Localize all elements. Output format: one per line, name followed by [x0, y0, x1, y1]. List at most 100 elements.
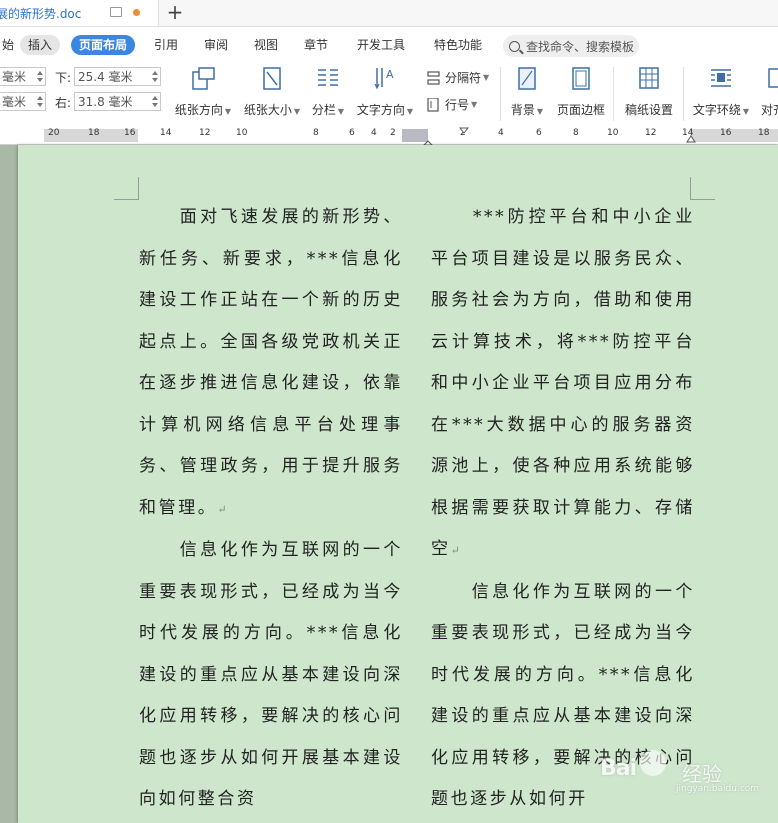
orientation-label: 纸张方向 — [174, 103, 223, 117]
draft-settings-button[interactable]: 稿纸设置 — [623, 65, 675, 118]
paragraph-text[interactable]: ***防控平台和中小企业平台项目建设是以服务民众、服务社会为方向，借助和使用云计… — [431, 207, 695, 559]
menu-references[interactable]: 引用 — [146, 35, 186, 55]
background-label: 背景 — [510, 103, 535, 117]
background-button[interactable]: 背景 ▼ — [507, 65, 547, 118]
paragraph[interactable]: 信息化作为互联网的一个重要表现形式，已经成为当今时代发展的方向。***信息化建设… — [139, 530, 403, 821]
line-number-button[interactable]: 行号 ▼ — [426, 96, 477, 113]
margin-top-field[interactable]: 毫米 — [0, 67, 46, 86]
paper-size-label: 纸张大小 — [243, 103, 292, 117]
chevron-down-icon: ▼ — [337, 107, 345, 116]
page-border-icon — [572, 67, 590, 90]
paragraph-mark: ↵ — [450, 544, 463, 557]
paper-size-button[interactable]: 纸张大小 ▼ — [241, 65, 303, 118]
paragraph[interactable]: 面对飞速发展的新形势、新任务、新要求，***信息化建设工作正站在一个新的历史起点… — [139, 197, 403, 530]
ribbon-divider — [613, 67, 614, 121]
ruler-number: 16 — [720, 128, 732, 138]
margin-bottom-field[interactable]: 25.4 毫米 — [74, 67, 161, 86]
text-wrap-label: 文字环绕 — [692, 103, 741, 117]
ruler-number: 4 — [371, 128, 377, 138]
crop-mark — [114, 177, 139, 200]
align-label: 对齐 — [760, 103, 778, 117]
ruler-number: 2 — [390, 128, 396, 138]
chevron-down-icon: ▼ — [224, 107, 232, 116]
paragraph-mark: ↵ — [217, 502, 230, 516]
menu-section[interactable]: 章节 — [296, 35, 336, 55]
spin-arrows-icon[interactable] — [151, 68, 160, 85]
document-tab[interactable]: 展的新形势.doc — [0, 0, 159, 26]
separator-label: 分隔符 — [445, 71, 482, 85]
ribbon-toolbar: 毫米 毫米 下: 25.4 毫米 右: 31.8 毫米 纸张方向 ▼ 纸张大小 ▼ — [0, 61, 778, 128]
margin-top-value: 毫米 — [2, 70, 27, 84]
align-button[interactable]: 对齐 — [758, 65, 778, 118]
menu-start[interactable]: 始 — [0, 35, 22, 55]
text-wrap-button[interactable]: 文字环绕 ▼ — [690, 65, 752, 118]
paragraph-text[interactable]: 信息化作为互联网的一个重要表现形式，已经成为当今时代发展的方向。***信息化建设… — [139, 540, 403, 809]
baidu-jingyan-watermark: Bai 经验 jingyan.baidu.com — [600, 750, 759, 794]
ruler-number: 12 — [199, 128, 211, 138]
orientation-icon — [192, 67, 215, 90]
text-direction-icon: A — [374, 68, 394, 90]
margin-left-field[interactable]: 毫米 — [0, 92, 46, 111]
ribbon-divider — [500, 67, 501, 121]
line-number-label: 行号 — [445, 98, 470, 112]
text-column-left[interactable]: 面对飞速发展的新形势、新任务、新要求，***信息化建设工作正站在一个新的历史起点… — [139, 197, 403, 821]
text-direction-label: 文字方向 — [356, 103, 405, 117]
spin-arrows-icon[interactable] — [36, 93, 45, 110]
search-icon — [509, 40, 520, 52]
draft-settings-label: 稿纸设置 — [624, 103, 673, 117]
ruler-number: 8 — [313, 128, 319, 138]
page[interactable]: 面对飞速发展的新形势、新任务、新要求，***信息化建设工作正站在一个新的历史起点… — [18, 145, 778, 823]
page-border-label: 页面边框 — [556, 103, 605, 117]
columns-label: 分栏 — [311, 103, 336, 117]
margin-right-value: 31.8 毫米 — [78, 95, 133, 109]
margin-bottom-value: 25.4 毫米 — [78, 70, 133, 84]
unsaved-dot-icon — [133, 9, 140, 16]
ruler-number: 8 — [573, 128, 579, 138]
page-border-button[interactable]: 页面边框 — [555, 65, 607, 118]
margin-right-label: 右: — [55, 96, 72, 110]
menu-insert[interactable]: 插入 — [20, 35, 61, 55]
paw-logo-icon — [640, 750, 666, 776]
ruler-number: 10 — [236, 128, 248, 138]
svg-text:A: A — [386, 68, 394, 81]
ribbon-divider — [683, 67, 684, 121]
menu-review[interactable]: 审阅 — [196, 35, 236, 55]
columns-icon — [318, 69, 338, 86]
text-direction-button[interactable]: A 文字方向 ▼ — [354, 65, 416, 118]
document-area[interactable]: 面对飞速发展的新形势、新任务、新要求，***信息化建设工作正站在一个新的历史起点… — [0, 145, 778, 823]
monitor-icon[interactable] — [110, 7, 122, 17]
background-icon — [518, 67, 536, 90]
document-tab-title[interactable]: 展的新形势.doc — [0, 5, 81, 22]
search-placeholder: 查找命令、搜索模板 — [526, 39, 635, 54]
menu-page-layout[interactable]: 页面布局 — [71, 35, 136, 55]
menu-view[interactable]: 视图 — [246, 35, 286, 55]
title-bar: 展的新形势.doc + — [0, 0, 778, 27]
paragraph[interactable]: ***防控平台和中小企业平台项目建设是以服务民众、服务社会为方向，借助和使用云计… — [431, 197, 695, 572]
ruler-number: 14 — [160, 128, 172, 138]
chevron-down-icon: ▼ — [536, 107, 544, 116]
ruler-number: 6 — [536, 128, 542, 138]
chevron-down-icon: ▼ — [483, 73, 490, 82]
spin-arrows-icon[interactable] — [36, 68, 45, 85]
margin-right-field[interactable]: 31.8 毫米 — [74, 92, 161, 111]
ruler-number: 4 — [498, 128, 504, 138]
paragraph-text[interactable]: 面对飞速发展的新形势、新任务、新要求，***信息化建设工作正站在一个新的历史起点… — [139, 207, 403, 518]
spin-arrows-icon[interactable] — [151, 93, 160, 110]
command-search-input[interactable]: 查找命令、搜索模板 — [503, 35, 639, 57]
chevron-down-icon: ▼ — [406, 107, 414, 116]
columns-button[interactable]: 分栏 ▼ — [310, 65, 346, 118]
orientation-button[interactable]: 纸张方向 ▼ — [172, 65, 234, 118]
right-indent-icon[interactable] — [686, 134, 696, 143]
watermark-brand: Bai — [600, 756, 637, 781]
chevron-down-icon: ▼ — [742, 107, 750, 116]
first-line-indent-icon[interactable] — [459, 127, 469, 135]
menu-features[interactable]: 特色功能 — [426, 35, 490, 55]
paper-size-icon — [263, 67, 281, 90]
separator-button[interactable]: 分隔符 ▼ — [426, 69, 489, 86]
new-tab-button[interactable]: + — [164, 1, 186, 23]
ruler-number: 6 — [349, 128, 355, 138]
horizontal-ruler[interactable]: 20 18 16 14 12 10 8 6 4 2 2 4 6 8 10 12 … — [0, 127, 778, 146]
menu-bar: 始 插入 页面布局 引用 审阅 视图 章节 开发工具 特色功能 查找命令、搜索模… — [0, 27, 778, 61]
text-column-right[interactable]: ***防控平台和中小企业平台项目建设是以服务民众、服务社会为方向，借助和使用云计… — [431, 197, 695, 821]
menu-developer[interactable]: 开发工具 — [349, 35, 413, 55]
